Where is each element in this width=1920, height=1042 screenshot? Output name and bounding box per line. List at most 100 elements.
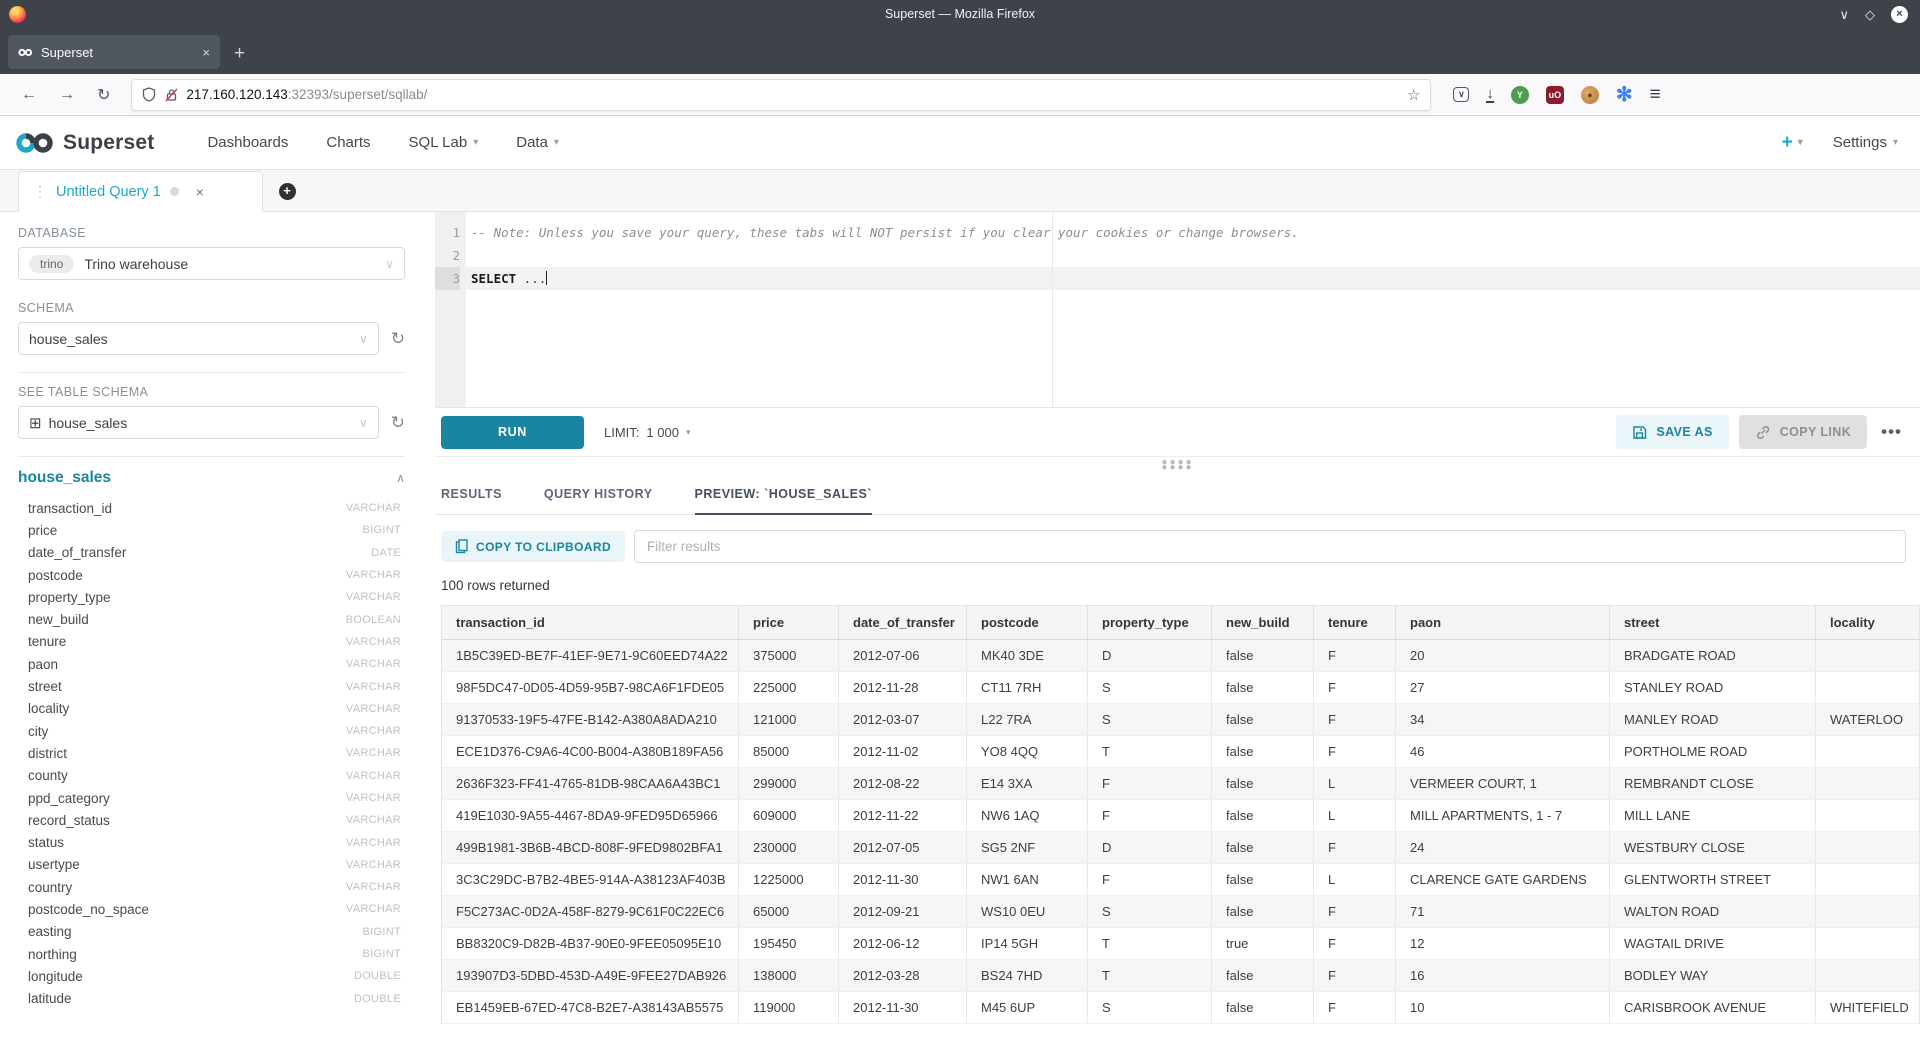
column-header[interactable]: tenure <box>1314 606 1396 639</box>
nav-sql-lab[interactable]: SQL Lab▾ <box>409 134 479 151</box>
new-tab-icon[interactable]: + <box>234 43 245 69</box>
column-name: price <box>28 523 57 538</box>
column-name: locality <box>28 701 69 716</box>
table-cell: GLENTWORTH STREET <box>1610 864 1816 895</box>
settings-menu[interactable]: Settings▾ <box>1833 134 1898 151</box>
superset-logo[interactable]: Superset <box>14 131 154 155</box>
run-button[interactable]: RUN <box>441 416 584 449</box>
query-tabstrip: ⋮ Untitled Query 1 × + <box>0 170 1920 212</box>
table-cell: 299000 <box>739 768 839 799</box>
table-cell: MANLEY ROAD <box>1610 704 1816 735</box>
column-name: usertype <box>28 857 80 872</box>
extension-blue-icon[interactable]: ✻ <box>1616 82 1633 107</box>
column-type: DOUBLE <box>354 993 401 1005</box>
query-tab[interactable]: ⋮ Untitled Query 1 × <box>18 171 263 212</box>
column-header[interactable]: transaction_id <box>442 606 739 639</box>
table-schema-header[interactable]: house_sales ∧ <box>18 469 405 487</box>
column-name: date_of_transfer <box>28 545 126 560</box>
nav-charts[interactable]: Charts <box>326 134 370 151</box>
window-minimize-icon[interactable]: ∨ <box>1839 8 1849 21</box>
table-cell: IP14 5GH <box>967 928 1088 959</box>
column-header[interactable]: price <box>739 606 839 639</box>
refresh-schema-icon[interactable]: ↻ <box>391 329 405 349</box>
editor-code: -- Note: Unless you save your query, the… <box>466 212 1920 407</box>
column-header[interactable]: postcode <box>967 606 1088 639</box>
filter-results-input[interactable] <box>634 530 1906 563</box>
save-as-button[interactable]: SAVE AS <box>1616 415 1728 449</box>
table-cell: F <box>1314 640 1396 671</box>
query-tab-close-icon[interactable]: × <box>196 184 204 200</box>
schema-column-row: property_typeVARCHAR <box>18 586 405 608</box>
column-header[interactable]: new_build <box>1212 606 1314 639</box>
results-header-row: transaction_idpricedate_of_transferpostc… <box>442 606 1919 640</box>
reload-icon[interactable]: ↻ <box>97 85 110 105</box>
bookmark-star-icon[interactable]: ☆ <box>1407 86 1420 104</box>
tab-query-history[interactable]: QUERY HISTORY <box>544 487 653 514</box>
browser-tab-title: Superset <box>41 45 93 60</box>
table-cell: false <box>1212 960 1314 991</box>
table-cell: 16 <box>1396 960 1610 991</box>
limit-dropdown[interactable]: LIMIT: 1 000 ▾ <box>604 425 690 440</box>
schema-select[interactable]: house_sales ∨ <box>18 322 379 355</box>
nav-data[interactable]: Data▾ <box>516 134 559 151</box>
table-cell: YO8 4QQ <box>967 736 1088 767</box>
column-type: VARCHAR <box>346 859 401 871</box>
window-close-icon[interactable]: × <box>1891 6 1908 23</box>
browser-tab-superset[interactable]: Superset × <box>8 35 220 69</box>
column-header[interactable]: street <box>1610 606 1816 639</box>
add-new-button[interactable]: +▾ <box>1782 132 1803 154</box>
extension-green-icon[interactable]: Y <box>1511 86 1529 104</box>
table-cell: S <box>1088 896 1212 927</box>
menu-icon[interactable]: ≡ <box>1650 84 1661 106</box>
pocket-icon[interactable]: ∨ <box>1453 87 1469 102</box>
table-cell: true <box>1212 928 1314 959</box>
table-cell: WHITEFIELD <box>1816 992 1920 1023</box>
table-cell: MILL LANE <box>1610 800 1816 831</box>
column-header[interactable]: paon <box>1396 606 1610 639</box>
caret-down-icon: ▾ <box>1893 137 1898 148</box>
back-icon[interactable]: ← <box>21 86 37 104</box>
table-row: 2636F323-FF41-4765-81DB-98CAA6A43BC12990… <box>442 768 1919 800</box>
pane-resize-handle[interactable]: ●●●●●●●● <box>435 457 1920 473</box>
cookie-icon[interactable]: ● <box>1581 86 1599 104</box>
link-icon <box>1755 425 1771 440</box>
tab-preview-house-sales[interactable]: PREVIEW: `HOUSE_SALES` <box>695 487 872 515</box>
tab-close-icon[interactable]: × <box>202 45 210 60</box>
column-header[interactable]: date_of_transfer <box>839 606 967 639</box>
table-cell: F5C273AC-0D2A-458F-8279-9C61F0C22EC6 <box>442 896 739 927</box>
ublock-icon[interactable]: uO <box>1546 86 1564 104</box>
column-header[interactable]: locality <box>1816 606 1920 639</box>
column-name: postcode_no_space <box>28 902 149 917</box>
table-cell: S <box>1088 992 1212 1023</box>
column-type: DOUBLE <box>354 970 401 982</box>
table-cell: 138000 <box>739 960 839 991</box>
column-type: VARCHAR <box>346 792 401 804</box>
copy-link-button[interactable]: COPY LINK <box>1739 415 1867 449</box>
table-cell: false <box>1212 864 1314 895</box>
table-cell: false <box>1212 672 1314 703</box>
forward-icon[interactable]: → <box>59 86 75 104</box>
table-cell: S <box>1088 704 1212 735</box>
table-cell: T <box>1088 928 1212 959</box>
table-cell: 2012-07-06 <box>839 640 967 671</box>
table-cell: 195450 <box>739 928 839 959</box>
url-field[interactable]: 217.160.120.143:32393/superset/sqllab/ ☆ <box>131 79 1431 111</box>
drag-handle-icon[interactable]: ⋮ <box>33 183 47 200</box>
copy-to-clipboard-button[interactable]: COPY TO CLIPBOARD <box>441 531 625 562</box>
more-actions-icon[interactable]: ••• <box>1877 422 1906 442</box>
window-maximize-icon[interactable]: ◇ <box>1865 8 1875 21</box>
table-select[interactable]: ⊞ house_sales ∨ <box>18 406 379 439</box>
column-name: record_status <box>28 813 110 828</box>
window-titlebar: Superset — Mozilla Firefox ∨ ◇ × <box>0 0 1920 28</box>
column-header[interactable]: property_type <box>1088 606 1212 639</box>
column-name: paon <box>28 657 58 672</box>
table-schema-label: SEE TABLE SCHEMA <box>18 385 405 399</box>
tab-results[interactable]: RESULTS <box>441 487 502 514</box>
nav-dashboards[interactable]: Dashboards <box>207 134 288 151</box>
database-value: Trino warehouse <box>84 256 188 272</box>
refresh-table-icon[interactable]: ↻ <box>391 413 405 433</box>
add-query-tab-button[interactable]: + <box>263 171 311 212</box>
database-select[interactable]: trino Trino warehouse ∨ <box>18 247 405 280</box>
sql-editor[interactable]: 1 2 3 -- Note: Unless you save your quer… <box>435 212 1920 407</box>
download-icon[interactable]: ↓ <box>1486 86 1494 104</box>
